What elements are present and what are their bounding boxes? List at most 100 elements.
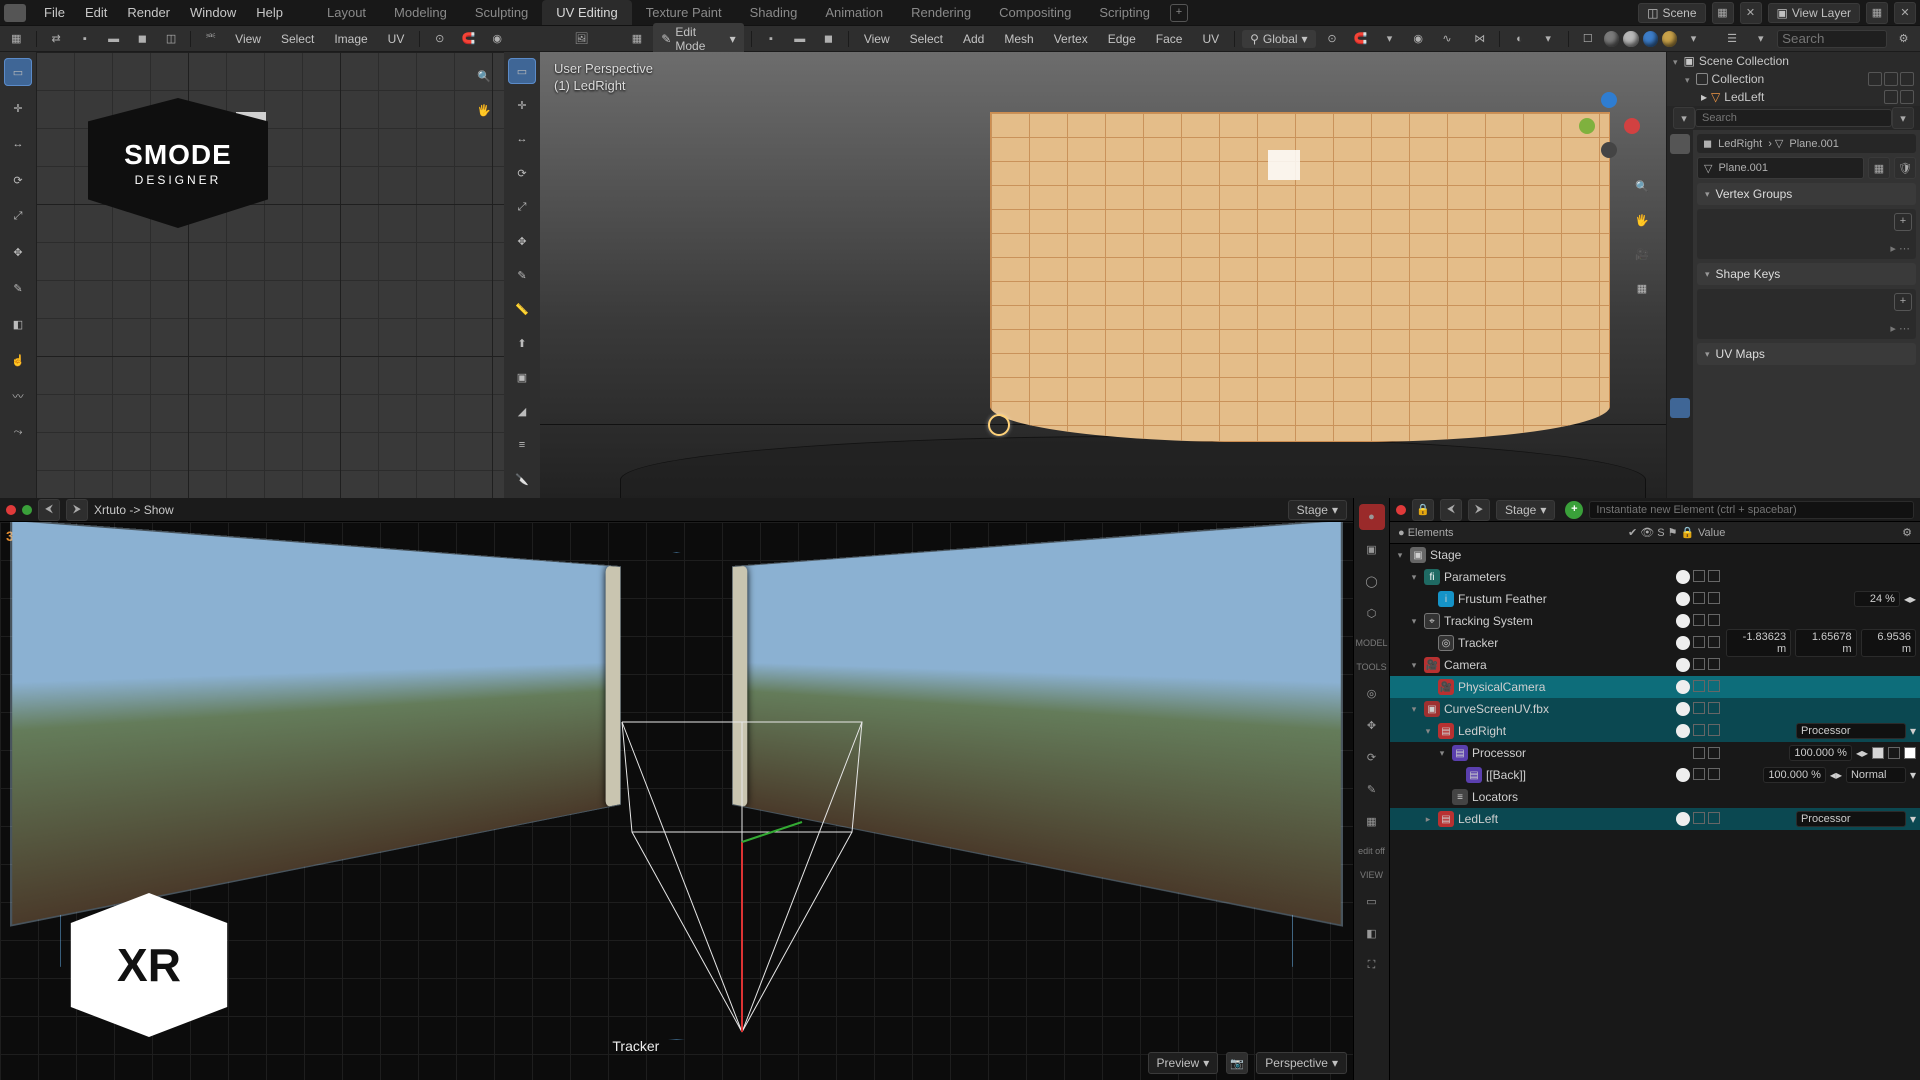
elements-stage-dropdown[interactable]: Stage▾ — [1496, 500, 1555, 520]
view3d-editor-type-icon[interactable]: ▦ — [625, 29, 650, 49]
prop-tab-output[interactable] — [1670, 182, 1690, 202]
orientation-dropdown[interactable]: ⚲Global▾ — [1242, 30, 1316, 48]
smode-breadcrumb[interactable]: Xrtuto -> Show — [94, 503, 174, 517]
instantiate-search-input[interactable] — [1589, 501, 1914, 519]
outliner[interactable]: ▣ Scene Collection Collection ▸ ▽ LedLef… — [1667, 52, 1920, 106]
tree-back[interactable]: ▤[[Back]] 100.000 %◂▸Normal▾ — [1390, 764, 1920, 786]
tab-shading[interactable]: Shading — [736, 0, 812, 25]
tab-scripting[interactable]: Scripting — [1085, 0, 1164, 25]
elements-record-icon[interactable] — [1396, 505, 1406, 515]
v3d-menu-select[interactable]: Select — [902, 30, 951, 48]
uv-tool-cursor[interactable]: ✛ — [4, 94, 32, 122]
view3d-viewport[interactable]: User Perspective (1) LedRight 🔍 🖐 🎥 ▦ — [540, 52, 1666, 498]
uv-prop-edit-icon[interactable]: ◉ — [485, 29, 510, 49]
v3d-menu-mesh[interactable]: Mesh — [996, 30, 1041, 48]
side-rotate-icon[interactable]: ⟳ — [1359, 744, 1385, 770]
v3d-menu-add[interactable]: Add — [955, 30, 992, 48]
gizmo-3d-cursor[interactable] — [988, 414, 1010, 436]
mesh-browse-icon[interactable]: ▦ — [1868, 157, 1890, 179]
add-element-button[interactable]: + — [1565, 501, 1583, 519]
uv-sync-icon[interactable]: ⇄ — [44, 29, 69, 49]
panel-vertex-groups-header[interactable]: Vertex Groups — [1697, 183, 1916, 205]
nav-persp-icon[interactable]: ▦ — [1628, 274, 1656, 302]
new-collection-icon[interactable]: ▾ — [1892, 107, 1914, 129]
tree-ledleft[interactable]: ▸▤LedLeft Processor▾ — [1390, 808, 1920, 830]
nav-gizmo[interactable] — [1576, 92, 1642, 158]
outliner-scene-collection[interactable]: ▣ Scene Collection — [1667, 52, 1920, 70]
outliner-search-input[interactable] — [1777, 30, 1887, 48]
axis-neg-icon[interactable] — [1601, 142, 1617, 158]
side-view3-icon[interactable]: ⛶ — [1359, 952, 1385, 978]
tab-uv-editing[interactable]: UV Editing — [542, 0, 631, 25]
snap-toggle-icon[interactable]: 🧲 — [1348, 29, 1373, 49]
record-icon[interactable] — [6, 505, 16, 515]
shading-matprev-icon[interactable] — [1643, 31, 1658, 47]
side-target-icon[interactable]: ◎ — [1359, 680, 1385, 706]
shading-wire-icon[interactable] — [1604, 31, 1619, 47]
coll-exclude-icon[interactable] — [1868, 72, 1882, 86]
tracker-y[interactable]: 1.65678 m — [1795, 629, 1856, 657]
viewlayer-close-button[interactable]: ✕ — [1894, 2, 1916, 24]
preview-dropdown[interactable]: Preview▾ — [1148, 1052, 1219, 1074]
viewlayer-dropdown[interactable]: ▣View Layer — [1768, 3, 1861, 23]
lock-icon[interactable] — [1708, 570, 1720, 582]
scene-dropdown[interactable]: ◫Scene — [1638, 3, 1705, 23]
uv-sel-vertex-icon[interactable]: ▪ — [72, 29, 97, 49]
smode-back-icon[interactable]: ⮜ — [38, 499, 60, 521]
panel-uvmaps-header[interactable]: UV Maps — [1697, 343, 1916, 365]
overlay-toggle-icon[interactable]: ◐ — [1507, 29, 1532, 49]
mesh-name-field[interactable]: ▽ Plane.001 — [1697, 157, 1864, 179]
v3d-menu-uv[interactable]: UV — [1194, 30, 1227, 48]
menu-render[interactable]: Render — [117, 1, 180, 24]
tab-layout[interactable]: Layout — [313, 0, 380, 25]
uv-menu-view[interactable]: View — [227, 30, 269, 48]
v3d-tool-move[interactable]: ↔ — [508, 126, 536, 152]
side-view1-icon[interactable]: ▭ — [1359, 888, 1385, 914]
scene-close-button[interactable]: ✕ — [1740, 2, 1762, 24]
outliner-search-input-2[interactable] — [1695, 109, 1892, 127]
uv-tool-rotate[interactable]: ⟳ — [4, 166, 32, 194]
tracker-z[interactable]: 6.9536 m — [1861, 629, 1916, 657]
uv-tool-scale[interactable]: ⤢ — [4, 202, 32, 230]
vis-icon[interactable] — [1676, 570, 1690, 584]
side-record-icon[interactable]: ● — [1359, 504, 1385, 530]
prop-tab-particles[interactable] — [1670, 326, 1690, 346]
mesh-fakeuser-icon[interactable]: 🛡 — [1894, 157, 1916, 179]
tree-fbx[interactable]: ▾▣CurveScreenUV.fbx — [1390, 698, 1920, 720]
smode-stage-dropdown[interactable]: Stage▾ — [1288, 500, 1347, 520]
uv-tool-rip[interactable]: ◧ — [4, 310, 32, 338]
uv-tool-annotate[interactable]: ✎ — [4, 274, 32, 302]
panel-shape-keys-header[interactable]: Shape Keys — [1697, 263, 1916, 285]
prop-tab-object[interactable] — [1670, 278, 1690, 298]
tree-parameters[interactable]: ▾fiParameters — [1390, 566, 1920, 588]
back-mode[interactable]: Normal — [1846, 767, 1906, 783]
shading-solid-icon[interactable] — [1623, 31, 1638, 47]
side-edit-icon[interactable]: ✎ — [1359, 776, 1385, 802]
sel-face-icon[interactable]: ◼ — [816, 29, 841, 49]
uv-pan-icon[interactable]: 🖐 — [470, 96, 498, 124]
prop-falloff-icon[interactable]: ∿ — [1435, 29, 1460, 49]
viewlayer-browse-button[interactable]: ▦ — [1866, 2, 1888, 24]
side-hex-icon[interactable]: ⬡ — [1359, 600, 1385, 626]
side-cube-icon[interactable]: ▣ — [1359, 536, 1385, 562]
uv-menu-image[interactable]: Image — [326, 30, 375, 48]
coll-disable-icon[interactable] — [1900, 72, 1914, 86]
tab-sculpting[interactable]: Sculpting — [461, 0, 542, 25]
prop-tab-material[interactable] — [1670, 422, 1690, 442]
prop-tab-physics[interactable] — [1670, 350, 1690, 370]
camera-lock-icon[interactable]: 📷 — [1226, 1052, 1248, 1074]
tree-stage[interactable]: ▾▣Stage — [1390, 544, 1920, 566]
perspective-dropdown[interactable]: Perspective▾ — [1256, 1052, 1347, 1074]
outliner-editor-type-icon[interactable]: ☰ — [1720, 29, 1745, 49]
v3d-menu-view[interactable]: View — [856, 30, 898, 48]
display-mode-icon[interactable]: ▾ — [1673, 107, 1695, 129]
tree-frustum[interactable]: iFrustum Feather 24 %◂▸ — [1390, 588, 1920, 610]
sel-vertex-icon[interactable]: ▪ — [759, 29, 784, 49]
sel-edge-icon[interactable]: ▬ — [787, 29, 812, 49]
uv-pivot-icon[interactable]: ⊙ — [427, 29, 452, 49]
mesh-automerge-icon[interactable]: ⋈ — [1467, 29, 1492, 49]
mode-dropdown[interactable]: ✎Edit Mode▾ — [653, 23, 743, 55]
tree-ledright[interactable]: ▾▤LedRight Processor▾ — [1390, 720, 1920, 742]
prop-tab-world[interactable] — [1670, 254, 1690, 274]
add-shapekey-button[interactable]: + — [1894, 293, 1912, 311]
